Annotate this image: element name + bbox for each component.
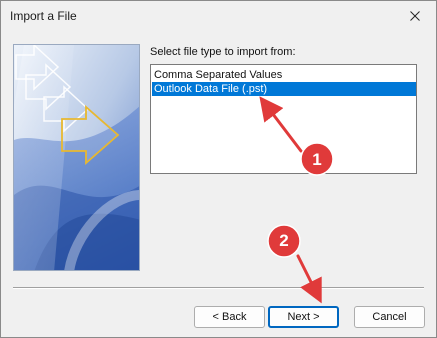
title-bar: Import a File	[1, 1, 436, 31]
window-title: Import a File	[10, 9, 77, 23]
annotation-arrow-2	[296, 254, 322, 304]
file-type-prompt: Select file type to import from:	[150, 46, 296, 58]
list-item-comma-separated-values[interactable]: Comma Separated Values	[152, 68, 416, 82]
close-icon	[410, 11, 420, 21]
annotation-step-2: 2	[279, 231, 289, 250]
next-button[interactable]: Next >	[268, 306, 339, 328]
cancel-button[interactable]: Cancel	[354, 306, 425, 328]
file-type-list[interactable]: Comma Separated Values Outlook Data File…	[150, 64, 417, 174]
separator	[13, 287, 424, 289]
import-wizard-graphic	[13, 44, 140, 271]
annotation-step-1: 1	[312, 150, 322, 169]
close-button[interactable]	[400, 3, 430, 29]
import-file-dialog: Import a File Select file type to import…	[0, 0, 437, 338]
back-button[interactable]: < Back	[194, 306, 265, 328]
list-item-outlook-data-file[interactable]: Outlook Data File (.pst)	[152, 82, 416, 96]
